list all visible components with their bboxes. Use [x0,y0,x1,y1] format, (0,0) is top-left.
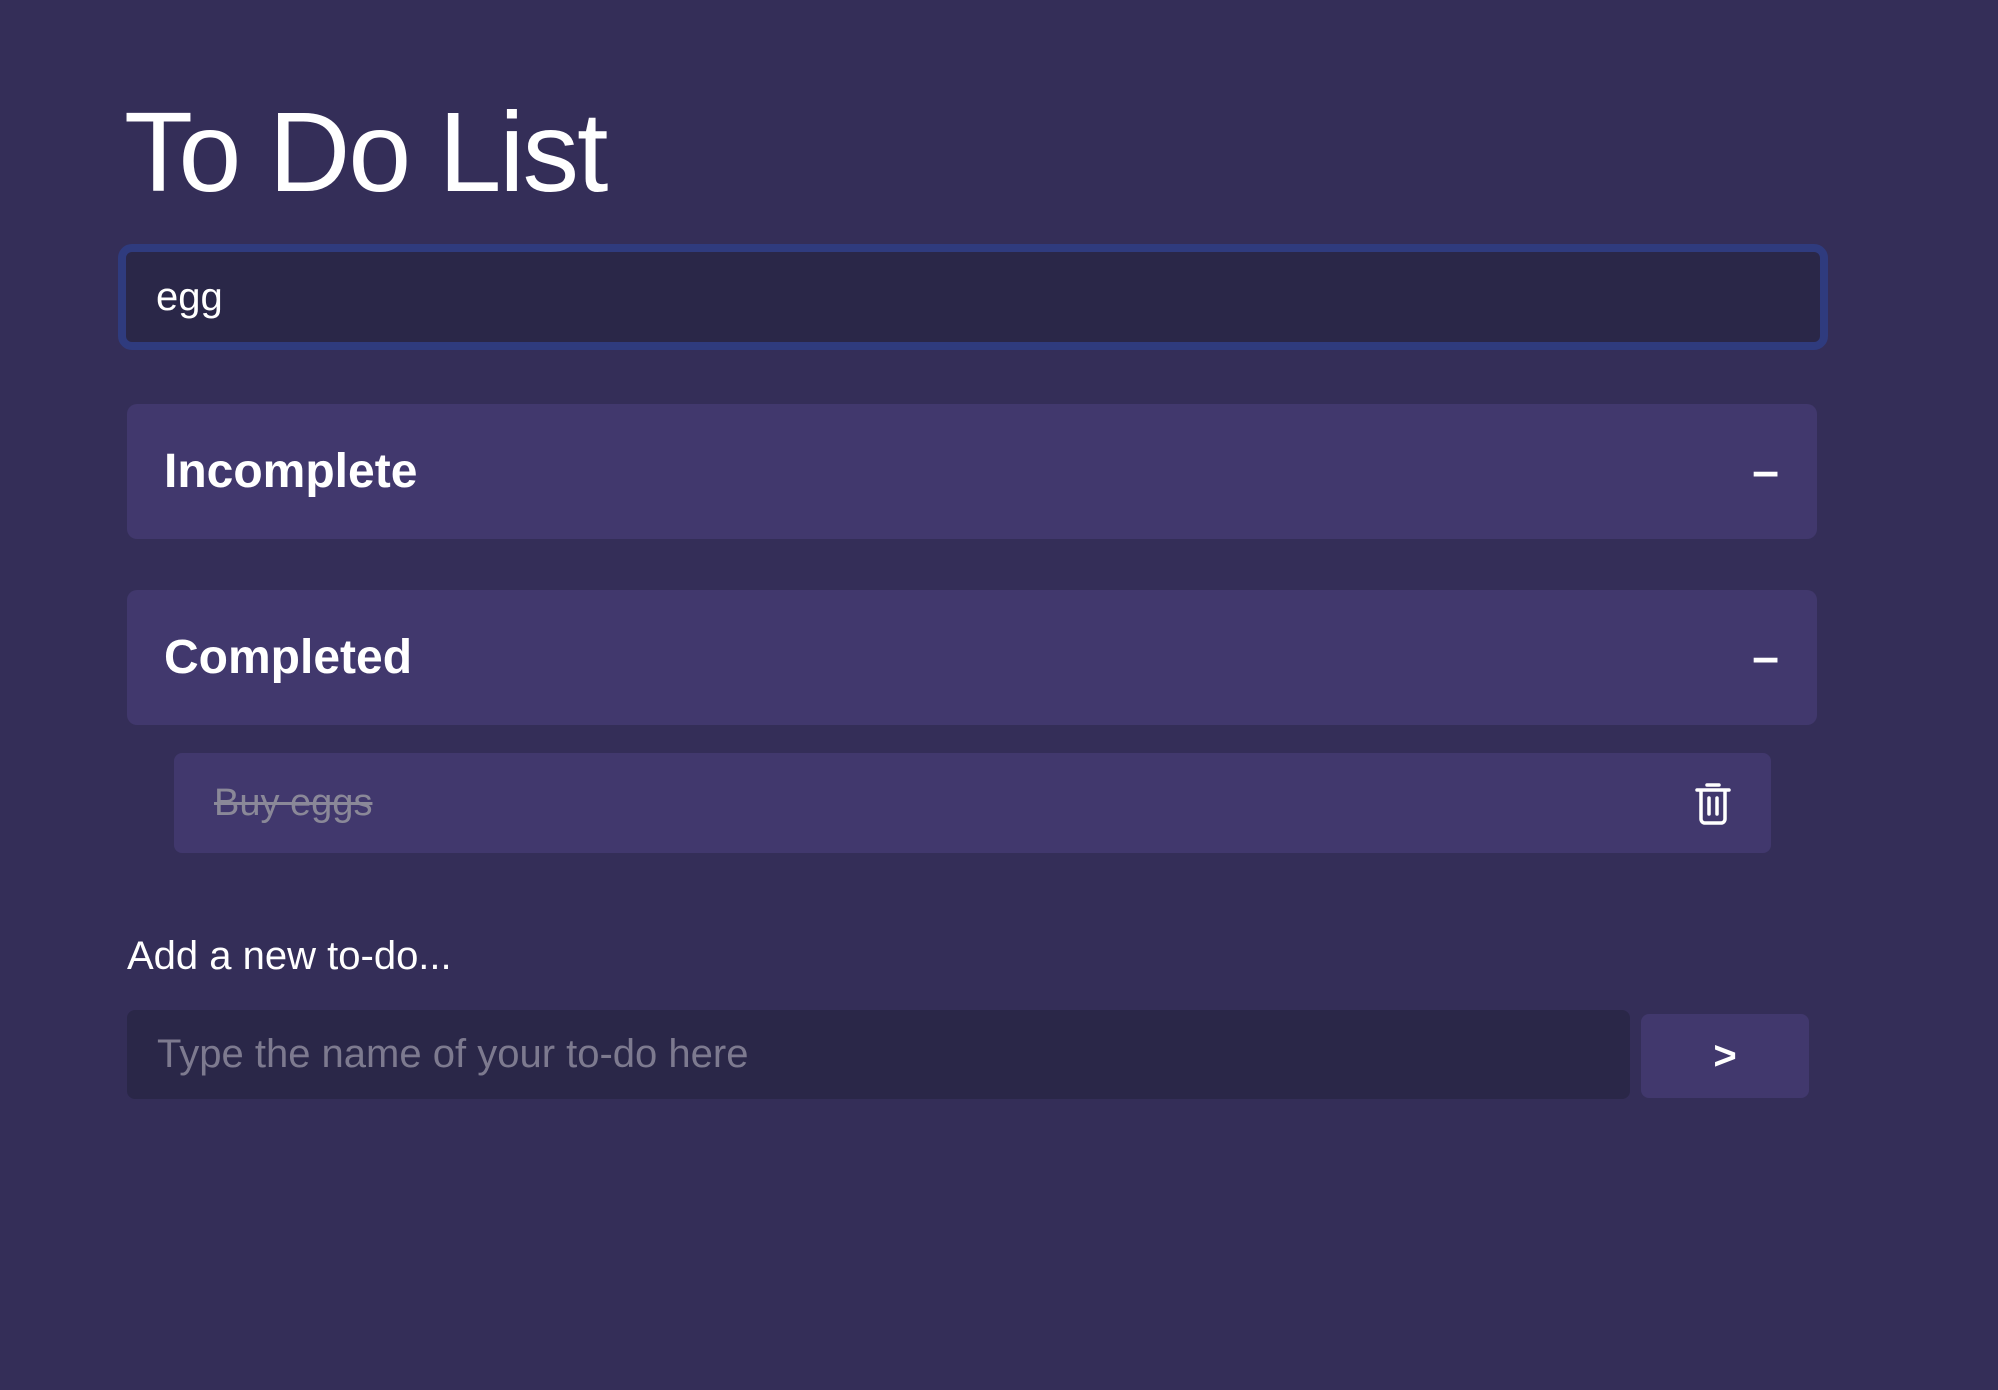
todo-app: To Do List Incomplete – Completed – Buy … [0,0,1998,1390]
todo-item[interactable]: Buy eggs [174,753,1771,853]
incomplete-section-header[interactable]: Incomplete – [127,404,1817,539]
completed-section-title: Completed [164,631,413,684]
search-input[interactable] [126,252,1820,342]
incomplete-section-title: Incomplete [164,445,418,498]
todo-item-text[interactable]: Buy eggs [214,782,372,825]
trash-icon-svg [1695,783,1731,825]
add-todo-label: Add a new to-do... [127,934,452,978]
add-todo-submit-button[interactable]: > [1641,1014,1809,1098]
search-field [118,244,1828,350]
page-title: To Do List [124,89,608,215]
collapse-incomplete-toggle[interactable]: – [1752,447,1779,496]
trash-icon[interactable] [1693,780,1733,826]
add-todo-field [127,1010,1630,1099]
add-todo-input[interactable] [127,1010,1630,1099]
completed-section-header[interactable]: Completed – [127,590,1817,725]
collapse-completed-toggle[interactable]: – [1752,633,1779,682]
